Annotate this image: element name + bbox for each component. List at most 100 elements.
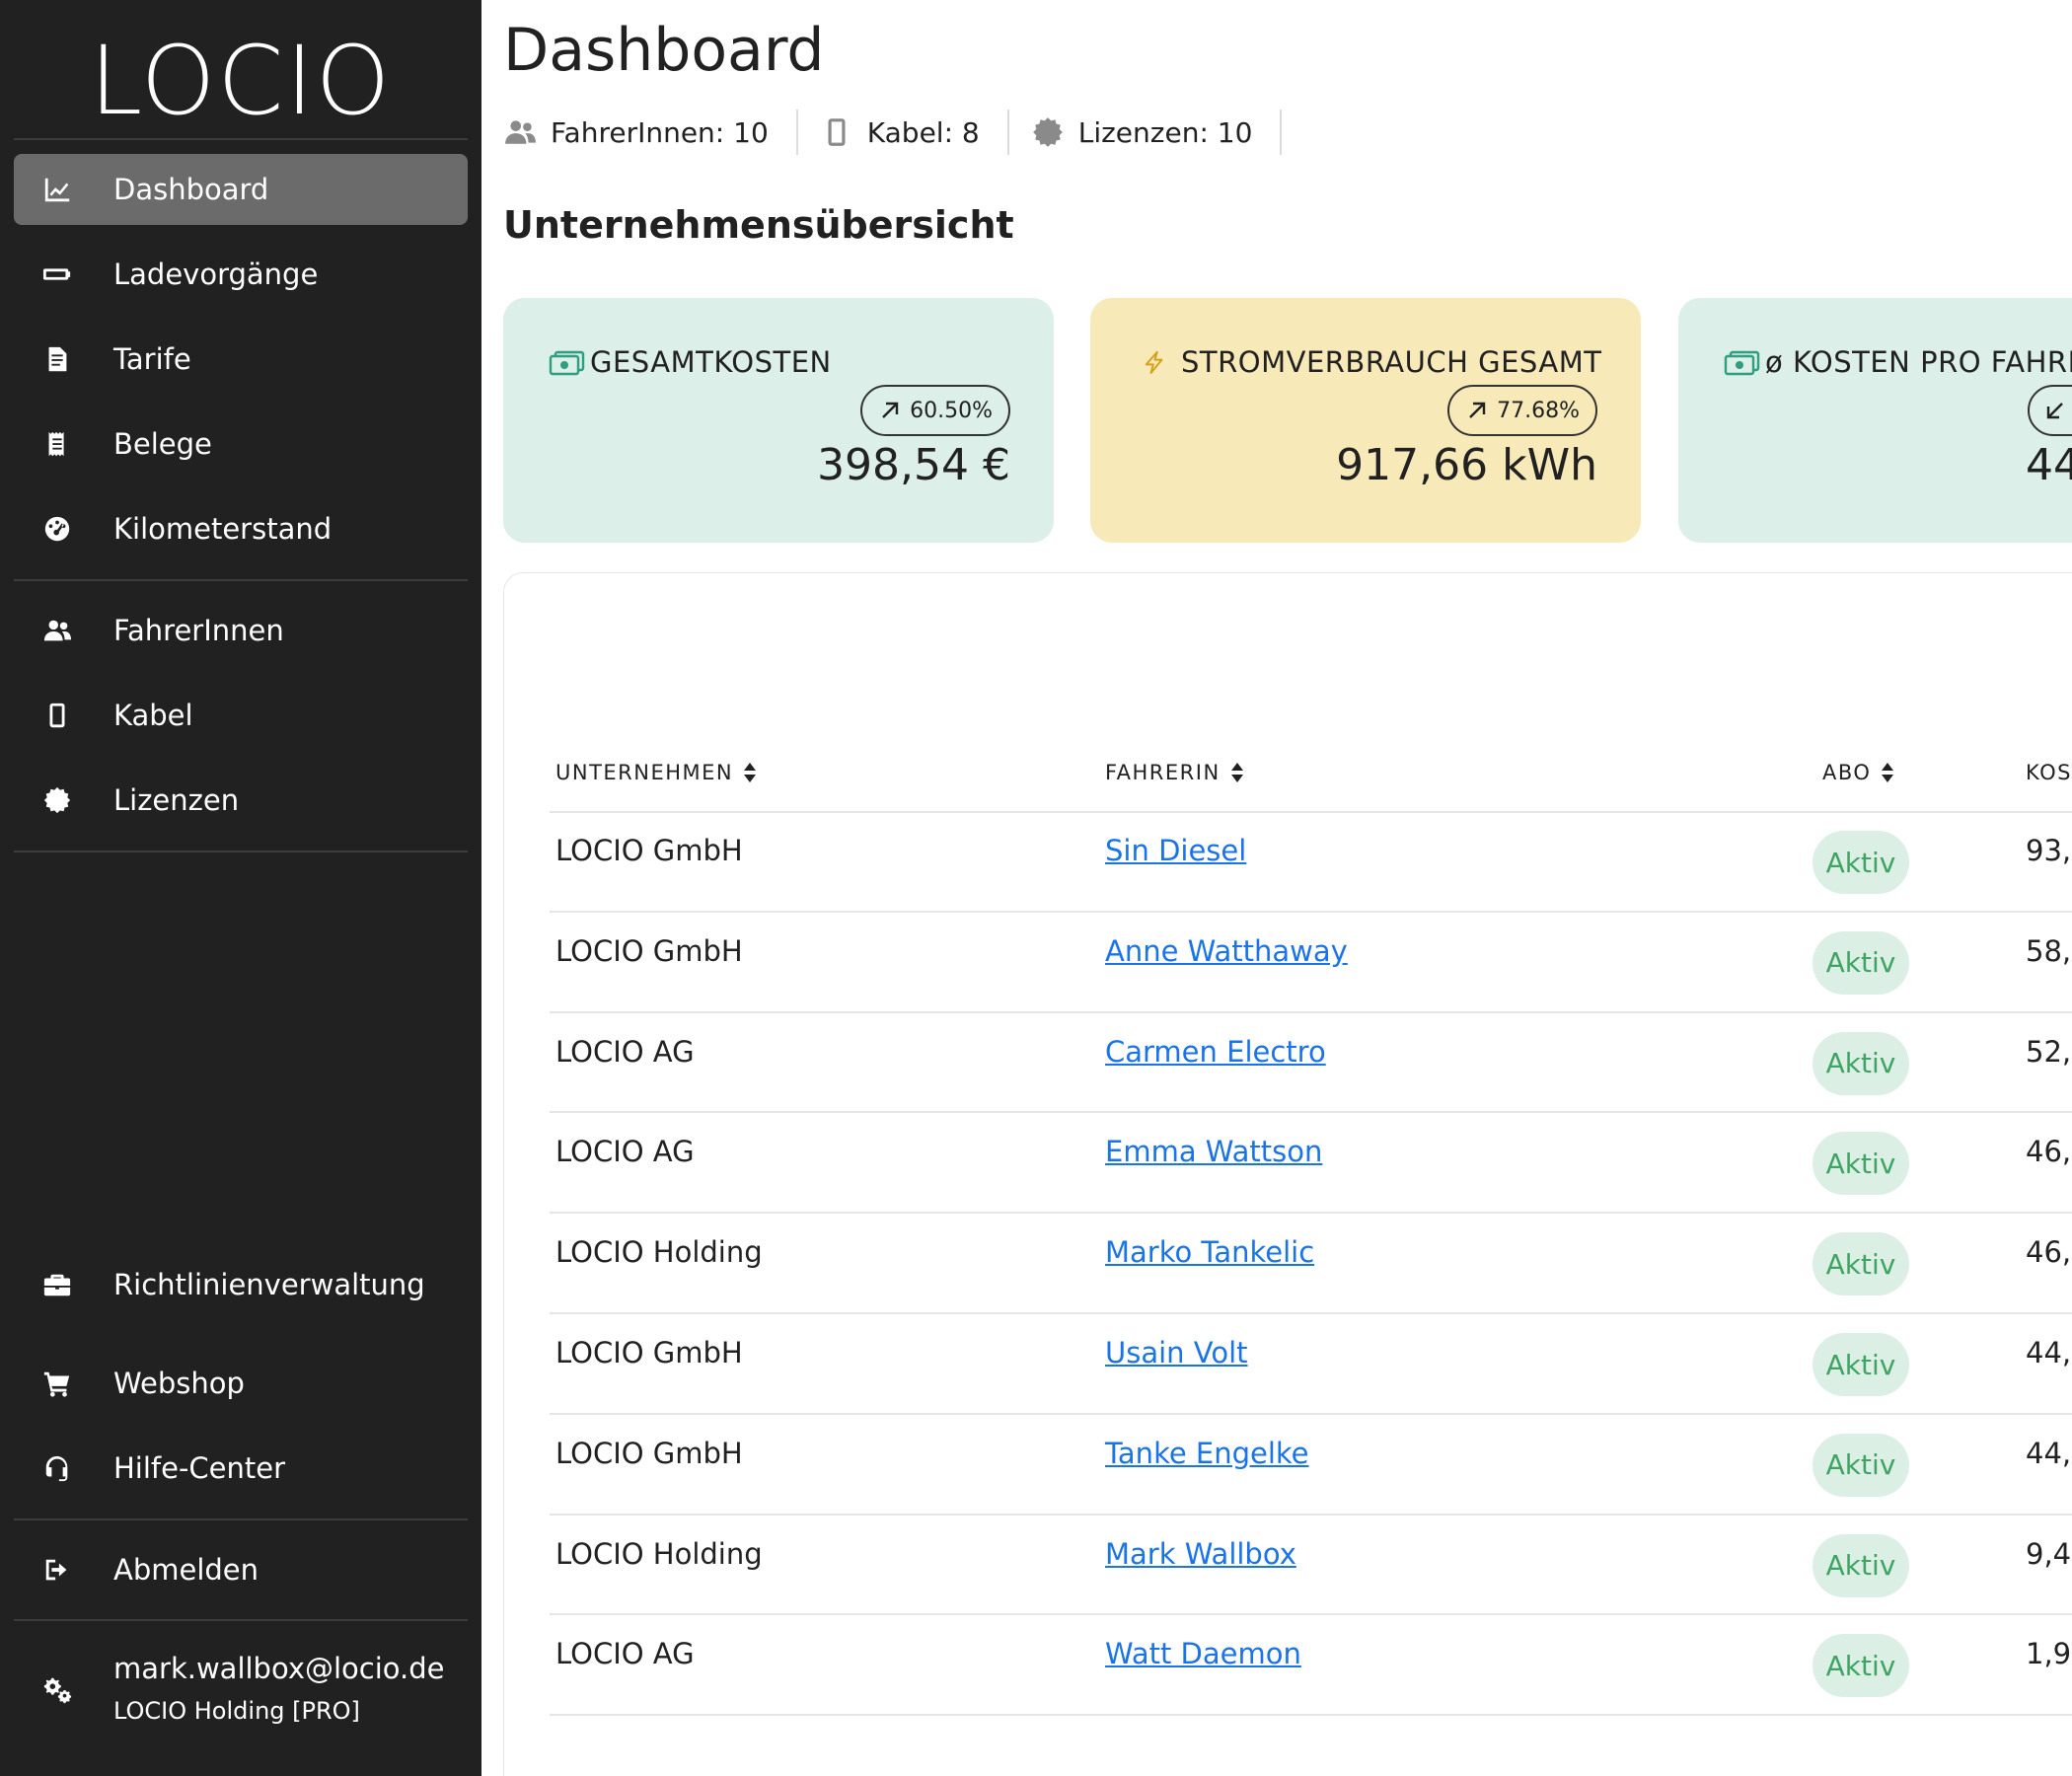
card-label: ø KOSTEN PRO FAHRER [1724,345,2072,379]
logo: LOCIO [89,26,393,136]
sidebar-item-label: Dashboard [113,173,269,206]
cell-cost: 46,5 [2026,1235,2072,1270]
stat-cables: Kabel: 8 [820,110,1009,155]
table-row: LOCIO GmbH Sin Diesel Aktiv 93,5 [504,812,2072,913]
file-invoice-icon [41,343,73,375]
stat-label: Kabel: 8 [866,115,980,149]
status-badge: Aktiv [1813,831,1909,894]
column-header-abo[interactable]: ABO [1822,761,1894,784]
card-label: STROMVERBRAUCH GESAMT [1142,345,1601,379]
sidebar-divider [14,851,468,852]
cable-icon [828,118,846,146]
trend-badge: 60.50% [860,385,1010,436]
status-badge: Aktiv [1813,1433,1909,1497]
driver-link[interactable]: Emma Wattson [1105,1135,1322,1168]
sidebar-item-belege[interactable]: Belege [14,408,468,480]
header-stats: FahrerInnen: 10 Kabel: 8 Lizenzen: 10 [503,109,1303,156]
sidebar-item-kabel[interactable]: Kabel [14,680,468,751]
stat-label: Lizenzen: 10 [1077,115,1253,149]
driver-link[interactable]: Sin Diesel [1105,834,1246,867]
cell-cost: 58,9 [2026,933,2072,968]
stat-licenses: Lizenzen: 10 [1031,110,1283,155]
cell-company: LOCIO AG [555,1135,695,1169]
sidebar-item-label: Tarife [113,342,191,376]
certificate-icon [41,784,73,816]
drivers-table: UNTERNEHMEN FAHRERIN ABO KOSTEN LOCIO Gm… [503,572,2072,1776]
sidebar-item-label: Hilfe-Center [113,1451,286,1485]
driver-link[interactable]: Watt Daemon [1105,1637,1301,1670]
stat-drivers: FahrerInnen: 10 [503,110,798,155]
sort-icon [1882,763,1894,782]
card-energy-consumption: STROMVERBRAUCH GESAMT 77.68% 917,66 kWh [1090,298,1641,543]
trend-badge: 77.68% [1447,385,1597,436]
sidebar-item-webshop[interactable]: Webshop [14,1348,468,1419]
cell-cost: 9,46 [2026,1536,2072,1571]
sidebar-item-label: Richtlinienverwaltung [113,1268,425,1301]
driver-link[interactable]: Mark Wallbox [1105,1537,1296,1571]
user-account[interactable]: mark.wallbox@locio.de LOCIO Holding [PRO… [14,1638,468,1756]
cell-cost: 44,7 [2026,1336,2072,1369]
status-badge: Aktiv [1813,1333,1909,1396]
driver-link[interactable]: Anne Watthaway [1105,934,1348,968]
card-value: 917,66 kWh [1336,440,1597,490]
cell-cost: 52,2 [2026,1034,2072,1069]
status-badge: Aktiv [1813,930,1909,995]
sidebar-item-tarife[interactable]: Tarife [14,324,468,395]
driver-link[interactable]: Marko Tankelic [1105,1235,1314,1269]
arrow-up-right-icon [1469,402,1486,418]
user-email: mark.wallbox@locio.de [113,1652,445,1685]
driver-link[interactable]: Tanke Engelke [1105,1437,1309,1470]
sidebar-item-lizenzen[interactable]: Lizenzen [14,765,468,836]
column-header-cost[interactable]: KOSTEN [2026,761,2072,784]
cell-company: LOCIO AG [555,1637,695,1671]
arrow-down-left-icon [2046,403,2063,419]
tachometer-icon [41,513,73,545]
table-row: LOCIO Holding Mark Wallbox Aktiv 9,46 [504,1516,2072,1616]
money-bill-icon [549,350,585,376]
cell-company: LOCIO AG [555,1034,695,1069]
card-total-cost: GESAMTKOSTEN 60.50% 398,54 € [503,298,1054,543]
driver-link[interactable]: Usain Volt [1105,1336,1248,1369]
sidebar-item-label: Kilometerstand [113,512,333,546]
cell-company: LOCIO Holding [555,1536,763,1571]
cogs-icon [41,1673,73,1705]
sidebar-item-label: FahrerInnen [113,614,284,647]
cell-cost: 1,99 [2026,1637,2072,1671]
user-organization: LOCIO Holding [PRO] [113,1697,360,1725]
sidebar-item-richtlinienverwaltung[interactable]: Richtlinienverwaltung [14,1249,468,1320]
cable-icon [41,700,73,731]
column-header-company[interactable]: UNTERNEHMEN [555,761,757,784]
driver-link[interactable]: Carmen Electro [1105,1035,1326,1069]
card-value: 398,54 € [817,440,1010,490]
section-title: Unternehmensübersicht [503,203,1014,247]
table-row: LOCIO Holding Marko Tankelic Aktiv 46,5 [504,1214,2072,1314]
sidebar-item-kilometerstand[interactable]: Kilometerstand [14,493,468,564]
table-row: LOCIO AG Carmen Electro Aktiv 52,2 [504,1013,2072,1114]
cell-company: LOCIO GmbH [555,834,743,867]
sidebar-divider [14,1518,468,1520]
sidebar-item-dashboard[interactable]: Dashboard [14,154,468,225]
chart-line-icon [41,174,73,205]
status-badge: Aktiv [1813,1031,1909,1095]
sidebar-item-label: Kabel [113,699,193,732]
arrow-up-right-icon [882,402,899,418]
users-icon [41,615,73,646]
sidebar-item-fahrerinnen[interactable]: FahrerInnen [14,595,468,666]
table-row: LOCIO GmbH Usain Volt Aktiv 44,7 [504,1314,2072,1415]
sidebar-item-hilfe-center[interactable]: Hilfe-Center [14,1433,468,1504]
cell-company: LOCIO GmbH [555,1436,743,1470]
page-title: Dashboard [503,16,825,85]
sort-icon [1230,763,1243,782]
status-badge: Aktiv [1813,1533,1909,1597]
logout-button[interactable]: Abmelden [14,1534,468,1605]
main-content: Dashboard FahrerInnen: 10 Kabel: 8 Lizen… [481,0,2072,1776]
sidebar-item-ladevorgaenge[interactable]: Ladevorgänge [14,239,468,310]
cell-company: LOCIO GmbH [555,933,743,968]
column-header-driver[interactable]: FAHRERIN [1105,761,1244,784]
table-row: LOCIO AG Watt Daemon Aktiv 1,99 [504,1615,2072,1717]
sidebar-item-label: Webshop [113,1367,245,1400]
logout-label: Abmelden [113,1553,259,1587]
battery-icon [41,259,73,290]
sidebar-divider [14,1619,468,1621]
status-badge: Aktiv [1813,1232,1909,1296]
